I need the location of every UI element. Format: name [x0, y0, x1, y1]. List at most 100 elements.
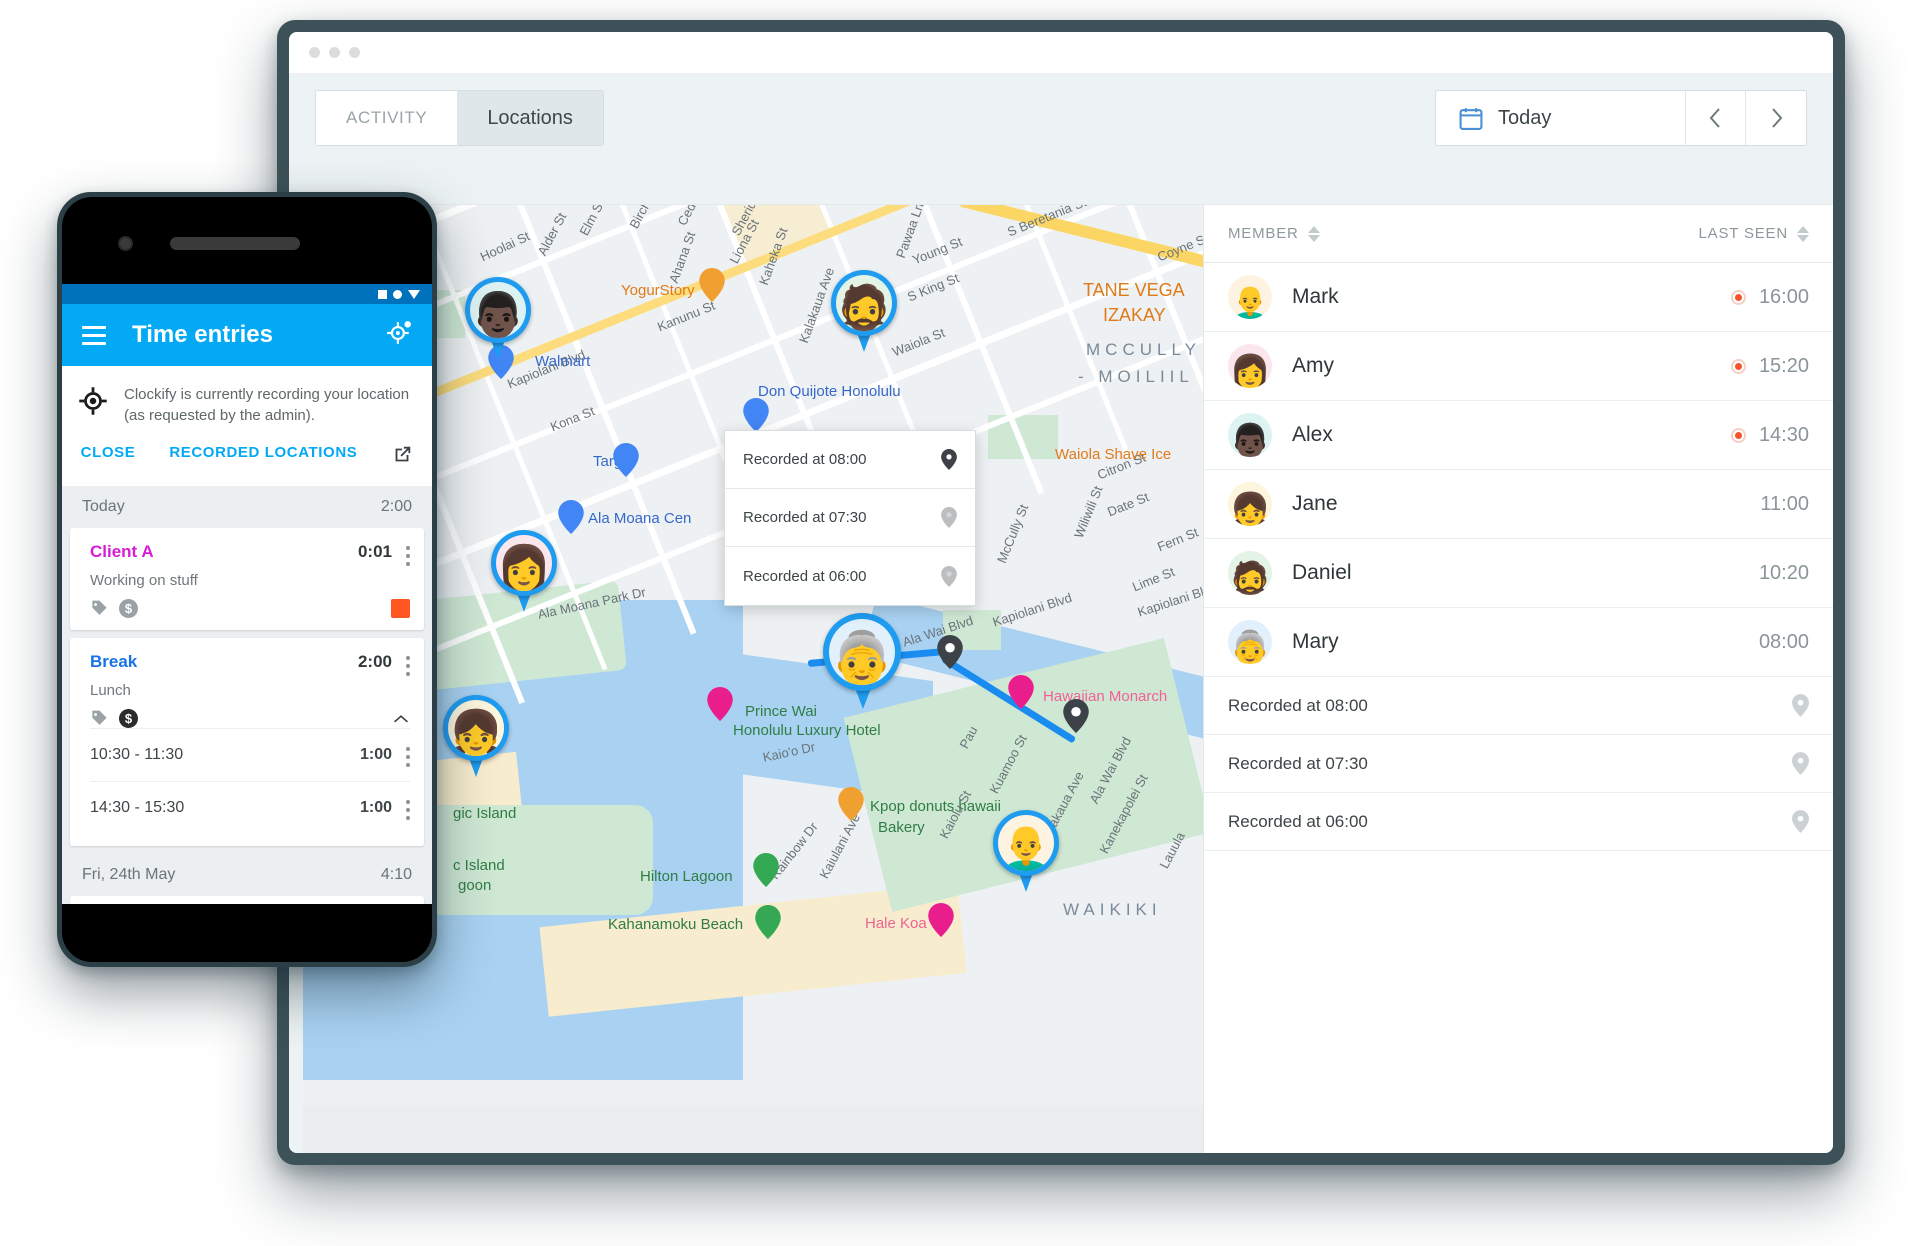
time-entry-menu-icon[interactable]: [406, 542, 410, 566]
member-last-seen: 11:00: [1760, 492, 1809, 515]
mobile-device: Time entries Clockify is currently recor…: [57, 192, 437, 967]
location-pin-icon: [1792, 810, 1809, 833]
map-poi-label[interactable]: c Island: [453, 857, 505, 874]
member-row[interactable]: 👨🏿 Alex 14:30: [1204, 401, 1833, 470]
location-pin-icon: [941, 507, 957, 528]
map-member-pin[interactable]: 🧔: [831, 270, 897, 354]
time-entry-card[interactable]: Break 2:00 Lunch $10:30 - 11:30 1:00 14:30 - …: [70, 638, 424, 846]
map-poi-label[interactable]: Bakery: [878, 819, 925, 836]
map-member-pin[interactable]: 👨🏿: [465, 277, 531, 361]
recorded-locations-button[interactable]: RECORDED LOCATIONS: [169, 444, 357, 466]
next-date-button[interactable]: [1746, 91, 1806, 145]
column-header-last-seen[interactable]: LAST SEEN: [1699, 225, 1788, 242]
hamburger-menu-icon[interactable]: [82, 321, 106, 350]
map-poi-label[interactable]: Ala Moana Cen: [588, 510, 691, 527]
map-marker-grey[interactable]: [937, 635, 963, 669]
recorded-location-row[interactable]: Recorded at 06:00: [1204, 793, 1833, 851]
member-row[interactable]: 👩 Amy 15:20: [1204, 332, 1833, 401]
date-picker-button[interactable]: Today: [1436, 91, 1686, 145]
time-entry-subrow[interactable]: 14:30 - 15:30 1:00: [90, 781, 410, 834]
time-entry-subrow[interactable]: 10:30 - 11:30 1:00: [90, 728, 410, 781]
poi-marker-park[interactable]: [753, 853, 779, 887]
mobile-screen: Time entries Clockify is currently recor…: [62, 284, 432, 904]
external-link-icon[interactable]: [391, 444, 413, 466]
time-entry-description: Working on stuff: [90, 572, 198, 589]
close-button[interactable]: CLOSE: [81, 444, 136, 466]
map-member-pin[interactable]: 👩: [491, 530, 557, 614]
map-poi-label[interactable]: Prince Wai: [745, 703, 817, 720]
member-row[interactable]: 👵 Mary 08:00: [1204, 608, 1833, 677]
map-recorded-popup: Recorded at 08:00 Recorded at 07:30 Record…: [724, 430, 976, 606]
locations-map[interactable]: Elm StBirch StCedar StSheridan StHoolai …: [303, 204, 1203, 1153]
billable-icon[interactable]: $: [119, 709, 138, 728]
subrow-menu-icon[interactable]: [406, 796, 410, 820]
recorded-location-row[interactable]: Recorded at 07:30: [1204, 735, 1833, 793]
time-entry-meta: $: [90, 709, 410, 728]
recording-indicator-icon: [1730, 289, 1746, 305]
map-popup-row[interactable]: Recorded at 07:30: [725, 489, 975, 547]
billable-icon[interactable]: $: [119, 599, 138, 618]
map-member-pin[interactable]: 👵: [823, 613, 901, 711]
poi-marker-beach[interactable]: [755, 905, 781, 939]
time-entry-title[interactable]: Break: [90, 652, 358, 672]
member-name: Mark: [1292, 285, 1339, 308]
map-poi-label[interactable]: Hawaiian Monarch: [1043, 688, 1167, 705]
recording-indicator-icon: [1730, 427, 1746, 443]
sort-last-seen-icon[interactable]: [1797, 225, 1809, 242]
poi-marker-bakery[interactable]: [838, 787, 864, 821]
member-row[interactable]: 👧 Jane 11:00: [1204, 470, 1833, 539]
map-poi-label[interactable]: Honolulu Luxury Hotel: [733, 722, 881, 739]
chevron-up-icon[interactable]: [392, 714, 410, 724]
map-marker-grey[interactable]: [1063, 699, 1089, 733]
square-icon: [378, 289, 387, 299]
map-poi-label[interactable]: Walmart: [535, 353, 590, 370]
map-poi-label[interactable]: YogurStory: [621, 282, 695, 299]
member-row[interactable]: 🧔 Daniel 10:20: [1204, 539, 1833, 608]
time-entry-header: Client A 0:01: [90, 542, 410, 566]
member-table-header: MEMBER LAST SEEN: [1204, 205, 1833, 263]
column-header-member[interactable]: MEMBER: [1228, 225, 1299, 242]
tag-icon: [92, 600, 107, 615]
poi-marker-hotel[interactable]: [707, 687, 733, 721]
map-poi-label[interactable]: Kpop donuts hawaii: [870, 798, 1001, 815]
stop-timer-button[interactable]: [391, 599, 410, 618]
window-maximize-dot[interactable]: [349, 47, 360, 58]
time-entry-card[interactable]: Client B2:05Client meeting$: [70, 896, 424, 904]
map-poi-label[interactable]: goon: [458, 877, 491, 894]
poi-marker-target[interactable]: [613, 443, 639, 477]
recorded-location-row[interactable]: Recorded at 08:00: [1204, 677, 1833, 735]
app-body: ACTIVITY Locations Today Elm St Birch St…: [289, 74, 1833, 1153]
window-close-dot[interactable]: [309, 47, 320, 58]
poi-marker-hotel[interactable]: [928, 903, 954, 937]
time-entry-card[interactable]: Client A 0:01 Working on stuff $: [70, 528, 424, 630]
map-popup-label: Recorded at 07:30: [743, 509, 867, 526]
poi-marker-hotel[interactable]: [1008, 675, 1034, 709]
tab-activity[interactable]: ACTIVITY: [316, 91, 458, 145]
map-poi-label[interactable]: Hilton Lagoon: [640, 868, 733, 885]
poi-marker-mall[interactable]: [558, 500, 584, 534]
member-row[interactable]: 👨‍🦲 Mark 16:00: [1204, 263, 1833, 332]
map-poi-label[interactable]: Waiola Shave Ice: [1055, 446, 1171, 463]
map-poi-label[interactable]: Don Quijote Honolulu: [758, 383, 901, 400]
location-target-icon[interactable]: [386, 320, 412, 351]
map-poi-label[interactable]: Hale Koa: [865, 915, 927, 932]
phone-speaker: [170, 237, 300, 250]
map-member-pin[interactable]: 👨‍🦲: [993, 810, 1059, 894]
tab-locations[interactable]: Locations: [457, 91, 603, 145]
mobile-page-title: Time entries: [132, 321, 273, 348]
window-minimize-dot[interactable]: [329, 47, 340, 58]
map-member-pin[interactable]: 👧: [443, 695, 509, 779]
map-popup-row[interactable]: Recorded at 08:00: [725, 431, 975, 489]
subrow-menu-icon[interactable]: [406, 743, 410, 767]
map-poi-label[interactable]: Kahanamoku Beach: [608, 916, 743, 933]
time-entry-title[interactable]: Client A: [90, 542, 358, 562]
map-poi-label[interactable]: gic Island: [453, 805, 516, 822]
poi-marker-restaurant[interactable]: [699, 268, 725, 302]
member-name: Amy: [1292, 354, 1334, 377]
prev-date-button[interactable]: [1686, 91, 1746, 145]
sort-member-icon[interactable]: [1307, 225, 1320, 242]
poi-marker-store[interactable]: [743, 398, 769, 432]
map-popup-row[interactable]: Recorded at 06:00: [725, 547, 975, 605]
subrow-time-range: 10:30 - 11:30: [90, 746, 184, 763]
time-entry-menu-icon[interactable]: [406, 652, 410, 676]
